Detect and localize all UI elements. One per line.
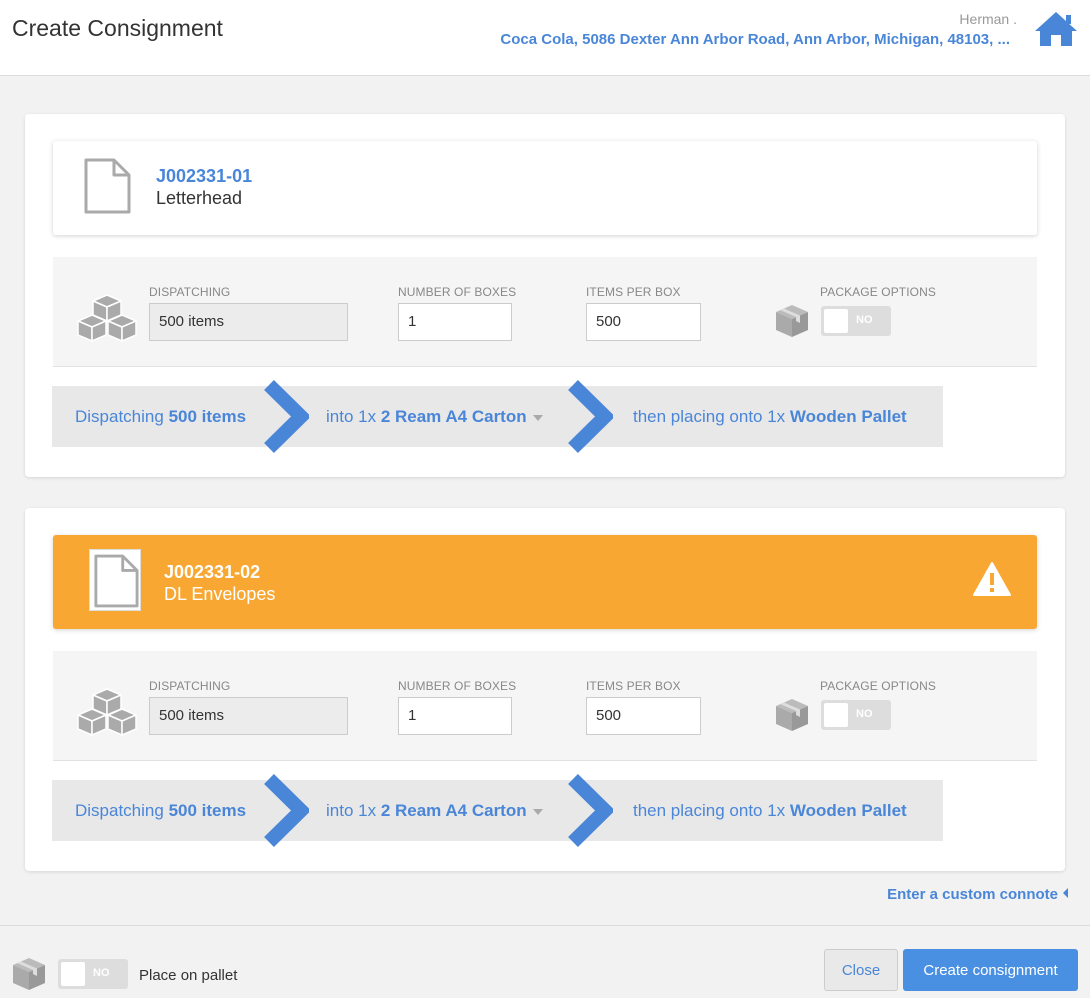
- toggle-label: NO: [93, 967, 110, 979]
- dispatching-field: 500 items: [149, 303, 348, 341]
- footer-bar: NO Place on pallet Close Create consignm…: [0, 925, 1090, 998]
- caret-down-icon: [532, 414, 543, 421]
- package-options-toggle[interactable]: NO: [821, 306, 891, 336]
- number-of-boxes-label: NUMBER OF BOXES: [398, 285, 517, 299]
- dispatch-flow: Dispatching 500 items into 1x 2 Ream A4 …: [52, 380, 943, 453]
- job-header-warning: J002331-02 DL Envelopes: [53, 535, 1037, 629]
- toggle-label: NO: [856, 708, 873, 720]
- dispatching-label: DISPATCHING: [149, 679, 231, 693]
- package-icon: [13, 958, 45, 990]
- document-icon: [94, 554, 139, 608]
- flow-dispatching: Dispatching 500 items: [75, 801, 247, 820]
- dispatching-field: 500 items: [149, 697, 348, 735]
- toggle-knob: [824, 309, 848, 333]
- package-options-toggle[interactable]: NO: [821, 700, 891, 730]
- place-on-pallet-toggle[interactable]: NO: [58, 959, 128, 989]
- boxes-icon: [77, 688, 137, 736]
- box-type-dropdown[interactable]: into 1x 2 Ream A4 Carton: [326, 801, 543, 821]
- warning-icon[interactable]: [972, 561, 1012, 597]
- flow-pallet: then placing onto 1x Wooden Pallet: [633, 407, 907, 426]
- chevron-right-icon: [568, 774, 613, 847]
- number-of-boxes-input[interactable]: 1: [398, 303, 512, 341]
- number-of-boxes-input[interactable]: 1: [398, 697, 512, 735]
- toggle-label: NO: [856, 314, 873, 326]
- caret-down-icon: [532, 808, 543, 815]
- job-name: DL Envelopes: [164, 584, 276, 604]
- dispatch-details: DISPATCHING 500 items NUMBER OF BOXES 1 …: [53, 257, 1037, 367]
- toggle-knob: [61, 962, 85, 986]
- job-card: J002331-02 DL Envelopes DISPATCHING 500 …: [25, 508, 1065, 871]
- dispatching-label: DISPATCHING: [149, 285, 231, 299]
- package-icon: [776, 699, 808, 731]
- page-header: Create Consignment Herman . Coca Cola, 5…: [0, 0, 1090, 76]
- package-icon: [776, 305, 808, 337]
- place-on-pallet-label: Place on pallet: [139, 967, 238, 984]
- items-per-box-input[interactable]: 500: [586, 303, 701, 341]
- chevron-right-icon: [264, 380, 309, 453]
- home-button[interactable]: [1033, 10, 1079, 48]
- job-header: J002331-01 Letterhead: [53, 141, 1037, 235]
- home-icon: [1035, 12, 1077, 46]
- page-title: Create Consignment: [12, 15, 223, 41]
- items-per-box-label: ITEMS PER BOX: [586, 679, 681, 693]
- job-card: J002331-01 Letterhead DISPATCHING 500 it…: [25, 114, 1065, 477]
- create-consignment-button[interactable]: Create consignment: [903, 949, 1078, 991]
- package-options-label: PACKAGE OPTIONS: [820, 285, 936, 299]
- job-code: J002331-02: [164, 562, 261, 582]
- flow-dispatching: Dispatching 500 items: [75, 407, 247, 426]
- job-code: J002331-01: [156, 166, 253, 186]
- caret-left-icon: [1063, 888, 1068, 898]
- close-button[interactable]: Close: [824, 949, 898, 991]
- document-icon: [84, 158, 131, 214]
- boxes-icon: [77, 294, 137, 342]
- custom-connote-link[interactable]: Enter a custom connote: [887, 886, 1068, 903]
- dispatch-details: DISPATCHING 500 items NUMBER OF BOXES 1 …: [53, 651, 1037, 761]
- chevron-right-icon: [264, 774, 309, 847]
- number-of-boxes-label: NUMBER OF BOXES: [398, 679, 517, 693]
- toggle-knob: [824, 703, 848, 727]
- customer-address: Coca Cola, 5086 Dexter Ann Arbor Road, A…: [500, 31, 1010, 48]
- chevron-right-icon: [568, 380, 613, 453]
- flow-pallet: then placing onto 1x Wooden Pallet: [633, 801, 907, 820]
- dispatch-flow: Dispatching 500 items into 1x 2 Ream A4 …: [52, 774, 943, 847]
- job-name: Letterhead: [156, 188, 243, 208]
- user-name: Herman .: [959, 11, 1017, 27]
- items-per-box-label: ITEMS PER BOX: [586, 285, 681, 299]
- box-type-dropdown[interactable]: into 1x 2 Ream A4 Carton: [326, 407, 543, 427]
- document-icon-frame: [89, 549, 141, 611]
- items-per-box-input[interactable]: 500: [586, 697, 701, 735]
- package-options-label: PACKAGE OPTIONS: [820, 679, 936, 693]
